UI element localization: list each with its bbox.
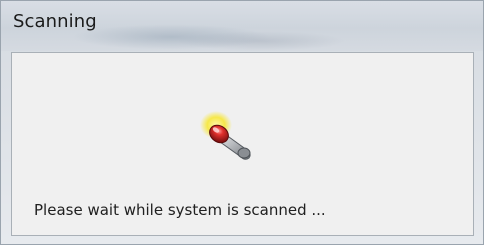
- title-bar[interactable]: Scanning: [1, 1, 483, 51]
- scanning-dialog: Scanning Please wait while system is sca…: [0, 0, 484, 245]
- status-message: Please wait while system is scanned ...: [34, 201, 326, 219]
- window-title: Scanning: [13, 11, 97, 32]
- dialog-content: Please wait while system is scanned ...: [11, 52, 474, 236]
- scanning-wand-icon: [200, 111, 251, 160]
